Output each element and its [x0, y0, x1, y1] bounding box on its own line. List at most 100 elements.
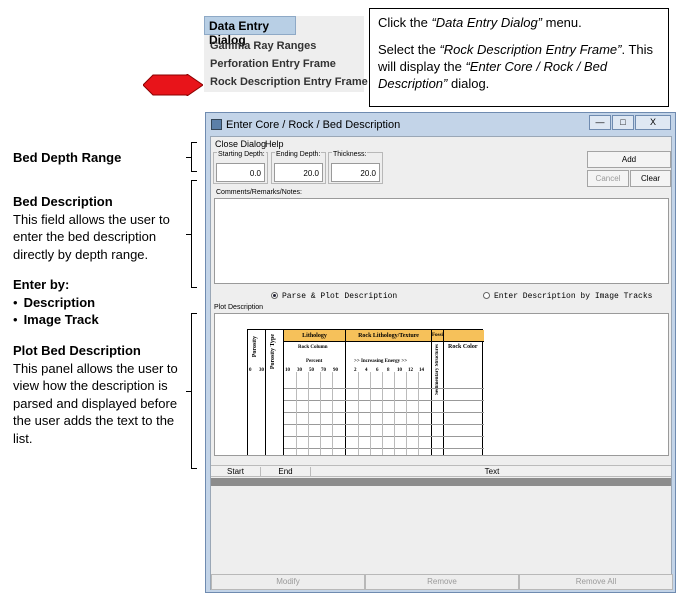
menu-item-rock-description[interactable]: Rock Description Entry Frame — [210, 76, 368, 88]
porosity-tick-30: 30 — [259, 368, 264, 373]
radio-parse-plot[interactable]: Parse & Plot Description — [271, 292, 397, 301]
maximize-button[interactable]: □ — [612, 115, 634, 130]
menu-item-perforation[interactable]: Perforation Entry Frame — [210, 58, 336, 70]
grid-line — [418, 372, 419, 455]
note-plot-description: Plot Bed Description This panel allows t… — [13, 343, 178, 446]
porosity-label: Porosity — [252, 336, 258, 358]
grid-line — [284, 388, 484, 389]
grid-line — [370, 372, 371, 455]
close-button[interactable]: X — [635, 115, 671, 130]
note-enter-by: Enter by: Description Image Track — [13, 276, 193, 329]
instruction-callout: Click the “Data Entry Dialog” menu. Sele… — [369, 8, 669, 107]
minimize-button[interactable]: — — [589, 115, 611, 130]
bracket-plot — [186, 313, 197, 469]
track-diagram: Lithology Rock Lithology/Texture Fossils… — [247, 329, 484, 455]
table-divider — [211, 478, 671, 486]
radio-image-tracks[interactable]: Enter Description by Image Tracks — [483, 292, 652, 301]
energy-tick: 4 — [365, 368, 368, 373]
porosity-tick-0: 0 — [249, 368, 252, 373]
starting-depth-field[interactable]: 0.0 — [216, 163, 265, 182]
menu-item-gamma-ray[interactable]: Gamma Ray Ranges — [210, 40, 316, 52]
dialog-window: Enter Core / Rock / Bed Description — □ … — [205, 112, 676, 593]
window-title: Enter Core / Rock / Bed Description — [226, 119, 401, 131]
rock-header — [444, 330, 484, 342]
percent-tick: 10 — [285, 368, 290, 373]
col-start[interactable]: Start — [211, 467, 261, 477]
menu-help[interactable]: Help — [265, 139, 284, 149]
fossils-header: Fossils — [432, 330, 446, 342]
grid-line — [284, 448, 484, 449]
ending-depth-label: Ending Depth: — [275, 151, 322, 158]
starting-depth-group: Starting Depth: 0.0 — [213, 151, 268, 184]
grid-line — [296, 372, 297, 455]
percent-label: Percent — [306, 359, 323, 364]
comments-panel: Comments/Remarks/Notes: — [213, 189, 670, 286]
grid-line — [284, 436, 484, 437]
data-entry-menu: Data Entry Dialog Gamma Ray Ranges Perfo… — [204, 16, 368, 92]
grid-line — [320, 372, 321, 455]
energy-tick: 2 — [354, 368, 357, 373]
energy-tick: 8 — [387, 368, 390, 373]
rock-color-label: Rock Color — [448, 344, 478, 350]
red-arrow-icon — [143, 74, 203, 96]
remove-button[interactable]: Remove — [365, 574, 519, 590]
grid-line — [358, 372, 359, 455]
menu-close-dialog[interactable]: Close Dialog — [215, 139, 266, 149]
window-icon — [211, 119, 222, 130]
note-bed-depth: Bed Depth Range — [13, 150, 122, 165]
lithology-header: Lithology — [284, 330, 346, 342]
radio-parse-label: Parse & Plot Description — [282, 292, 398, 301]
percent-tick: 30 — [297, 368, 302, 373]
radio-image-label: Enter Description by Image Tracks — [494, 292, 653, 301]
description-table[interactable] — [211, 486, 671, 574]
plot-description-panel: Plot Description Lithology Rock Litholog… — [213, 304, 670, 456]
bracket-bed-depth — [186, 142, 197, 172]
cancel-button[interactable]: Cancel — [587, 170, 629, 187]
thickness-label: Thickness: — [332, 151, 368, 158]
energy-tick: 10 — [397, 368, 402, 373]
add-button[interactable]: Add — [587, 151, 671, 168]
description-table-header: Start End Text — [211, 465, 671, 477]
col-text[interactable]: Text — [311, 467, 673, 477]
porosity-type-label: Porosity Type — [270, 334, 276, 370]
grid-line — [382, 372, 383, 455]
radio-selected-icon — [271, 292, 278, 299]
clear-button[interactable]: Clear — [630, 170, 671, 187]
rock-texture-header: Rock Lithology/Texture — [346, 330, 432, 342]
remove-all-button[interactable]: Remove All — [519, 574, 673, 590]
dialog-client: Close Dialog Help Starting Depth: 0.0 En… — [210, 136, 673, 590]
grid-line — [284, 424, 484, 425]
data-entry-dialog-menu[interactable]: Data Entry Dialog — [204, 16, 296, 47]
ending-depth-field[interactable]: 20.0 — [274, 163, 323, 182]
grid-line — [284, 400, 484, 401]
grid-line — [284, 412, 484, 413]
percent-tick: 70 — [321, 368, 326, 373]
percent-tick: 50 — [309, 368, 314, 373]
percent-tick: 90 — [333, 368, 338, 373]
plot-description-label: Plot Description — [214, 304, 264, 311]
grid-line — [308, 372, 309, 455]
grid-line — [332, 372, 333, 455]
energy-tick: 12 — [408, 368, 413, 373]
col-end[interactable]: End — [261, 467, 311, 477]
modify-button[interactable]: Modify — [211, 574, 365, 590]
grid-line — [406, 372, 407, 455]
starting-depth-label: Starting Depth: — [217, 151, 266, 158]
bracket-bed-description — [186, 180, 197, 288]
thickness-group: Thickness: 20.0 — [328, 151, 383, 184]
plot-area: Lithology Rock Lithology/Texture Fossils… — [214, 313, 669, 456]
increasing-energy-label: >> Increasing Energy >> — [354, 359, 408, 364]
ending-depth-group: Ending Depth: 20.0 — [271, 151, 326, 184]
note-bed-description: Bed Description This field allows the us… — [13, 194, 170, 262]
grid-line — [394, 372, 395, 455]
bottom-buttons: Modify Remove Remove All — [211, 574, 673, 590]
rock-column-label: Rock Column — [298, 345, 328, 350]
comments-label: Comments/Remarks/Notes: — [216, 189, 302, 196]
title-bar: Enter Core / Rock / Bed Description — □ … — [206, 113, 675, 137]
energy-tick: 6 — [376, 368, 379, 373]
menu-bar: Close Dialog Help — [211, 137, 671, 150]
thickness-field[interactable]: 20.0 — [331, 163, 380, 182]
energy-tick: 14 — [419, 368, 424, 373]
comments-textarea[interactable] — [214, 198, 669, 284]
radio-unselected-icon — [483, 292, 490, 299]
